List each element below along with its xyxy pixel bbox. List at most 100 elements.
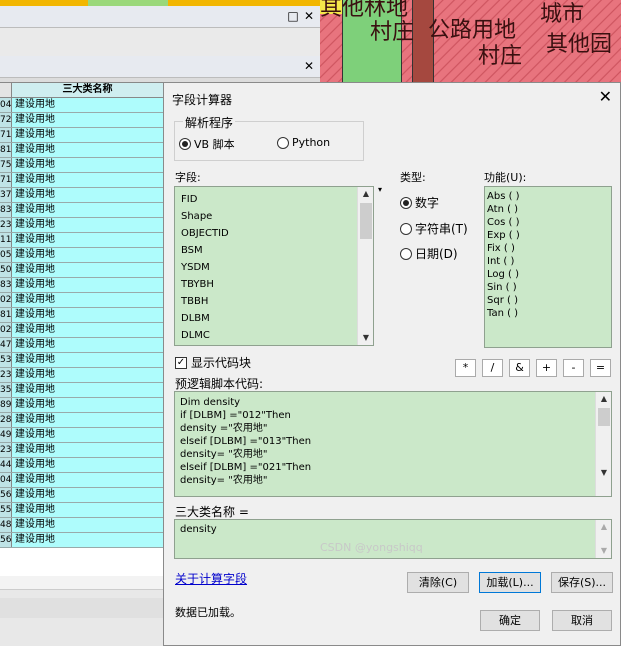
table-row[interactable]: 04 建设用地 (0, 473, 163, 488)
table-row[interactable]: 55 建设用地 (0, 503, 163, 518)
scroll-thumb[interactable] (360, 203, 372, 239)
row-id-cell[interactable]: 23 (0, 368, 12, 382)
table-row[interactable]: 23 建设用地 (0, 218, 163, 233)
table-row[interactable]: 81 建设用地 (0, 143, 163, 158)
load-button[interactable]: 加载(L)... (479, 572, 541, 593)
row-id-cell[interactable]: 11 (0, 233, 12, 247)
row-id-cell[interactable]: 23 (0, 443, 12, 457)
table-row[interactable]: 72 建设用地 (0, 113, 163, 128)
scroll-up-icon[interactable]: ▲ (358, 187, 373, 201)
scroll-down-icon[interactable]: ▼ (596, 466, 611, 480)
row-id-cell[interactable]: 04 (0, 473, 12, 487)
category-cell[interactable]: 建设用地 (12, 323, 163, 337)
category-cell[interactable]: 建设用地 (12, 398, 163, 412)
category-cell[interactable]: 建设用地 (12, 458, 163, 472)
category-cell[interactable]: 建设用地 (12, 293, 163, 307)
category-cell[interactable]: 建设用地 (12, 413, 163, 427)
category-cell[interactable]: 建设用地 (12, 263, 163, 277)
row-id-cell[interactable]: 02 (0, 293, 12, 307)
category-cell[interactable]: 建设用地 (12, 98, 163, 112)
row-id-cell[interactable]: 28 (0, 413, 12, 427)
radio-type-date[interactable]: 日期(D) (400, 245, 458, 262)
row-id-cell[interactable]: 37 (0, 188, 12, 202)
table-row[interactable]: 44 建设用地 (0, 458, 163, 473)
dropdown-arrow-icon[interactable]: ▾ (378, 185, 382, 194)
scroll-up-icon[interactable]: ▲ (596, 392, 611, 406)
row-id-cell[interactable]: 04 (0, 98, 12, 112)
row-id-cell[interactable]: 48 (0, 518, 12, 532)
row-id-cell[interactable]: 71 (0, 173, 12, 187)
scroll-up-icon[interactable]: ▲ (596, 520, 611, 534)
field-item[interactable]: DLBM (175, 310, 373, 327)
expression-scrollbar[interactable]: ▲ ▼ (595, 520, 611, 558)
table-row[interactable]: 02 建设用地 (0, 293, 163, 308)
prelogic-scrollbar[interactable]: ▲ ▼ (595, 392, 611, 496)
row-id-cell[interactable]: 50 (0, 263, 12, 277)
field-item[interactable]: OBJECTID (175, 225, 373, 242)
table-row[interactable]: 49 建设用地 (0, 428, 163, 443)
function-item[interactable]: Atn ( ) (485, 203, 611, 216)
category-cell[interactable]: 建设用地 (12, 158, 163, 172)
row-id-cell[interactable]: 47 (0, 338, 12, 352)
field-item[interactable]: FID (175, 191, 373, 208)
table-row[interactable]: 02 建设用地 (0, 323, 163, 338)
table-row[interactable]: 28 建设用地 (0, 413, 163, 428)
map-view[interactable]: 其他林地 村庄 公路用地 村庄 城市 其他园 (320, 0, 621, 82)
table-row[interactable]: 37 建设用地 (0, 188, 163, 203)
operator-divide-button[interactable]: / (482, 359, 503, 377)
category-cell[interactable]: 建设用地 (12, 428, 163, 442)
fields-listbox[interactable]: FID Shape OBJECTID BSM YSDM TBYBH TBBH DLBM DLMC… (174, 186, 374, 346)
attribute-table[interactable]: 三大类名称 04 建设用地 72 建设用地 71 建设用地 81 建设用地 75 建设用地 71 建设… (0, 82, 163, 576)
table-row[interactable]: 50 建设用地 (0, 263, 163, 278)
row-id-cell[interactable]: 44 (0, 458, 12, 472)
operator-plus-button[interactable]: + (536, 359, 557, 377)
category-cell[interactable]: 建设用地 (12, 128, 163, 142)
category-cell[interactable]: 建设用地 (12, 473, 163, 487)
row-id-cell[interactable]: 75 (0, 158, 12, 172)
table-row[interactable]: 71 建设用地 (0, 128, 163, 143)
row-id-cell[interactable]: 23 (0, 218, 12, 232)
category-cell[interactable]: 建设用地 (12, 218, 163, 232)
radio-python[interactable]: Python (277, 136, 330, 149)
operator-equals-button[interactable]: = (590, 359, 611, 377)
table-row[interactable]: 89 建设用地 (0, 398, 163, 413)
row-id-cell[interactable]: 49 (0, 428, 12, 442)
row-id-cell[interactable]: 71 (0, 128, 12, 142)
clear-button[interactable]: 清除(C) (407, 572, 469, 593)
category-cell[interactable]: 建设用地 (12, 503, 163, 517)
category-cell[interactable]: 建设用地 (12, 383, 163, 397)
function-item[interactable]: Sqr ( ) (485, 294, 611, 307)
radio-type-number[interactable]: 数字 (400, 194, 439, 211)
category-cell[interactable]: 建设用地 (12, 173, 163, 187)
category-cell[interactable]: 建设用地 (12, 233, 163, 247)
function-item[interactable]: Log ( ) (485, 268, 611, 281)
category-cell[interactable]: 建设用地 (12, 248, 163, 262)
function-item[interactable]: Tan ( ) (485, 307, 611, 320)
prelogic-code-editor[interactable]: Dim density if [DLBM] ="012"Then density =… (174, 391, 612, 497)
category-cell[interactable]: 建设用地 (12, 278, 163, 292)
row-id-cell[interactable]: 89 (0, 398, 12, 412)
row-id-cell[interactable]: 02 (0, 323, 12, 337)
table-row[interactable]: 23 建设用地 (0, 368, 163, 383)
ok-button[interactable]: 确定 (480, 610, 540, 631)
category-cell[interactable]: 建设用地 (12, 143, 163, 157)
field-item[interactable]: YSDM (175, 259, 373, 276)
table-row[interactable]: 47 建设用地 (0, 338, 163, 353)
field-item[interactable]: Shape (175, 208, 373, 225)
operator-concat-button[interactable]: & (509, 359, 530, 377)
about-calculate-field-link[interactable]: 关于计算字段 (175, 570, 247, 587)
category-cell[interactable]: 建设用地 (12, 338, 163, 352)
category-cell[interactable]: 建设用地 (12, 368, 163, 382)
category-cell[interactable]: 建设用地 (12, 518, 163, 532)
maximize-icon[interactable]: □ (286, 9, 300, 23)
function-item[interactable]: Exp ( ) (485, 229, 611, 242)
function-item[interactable]: Sin ( ) (485, 281, 611, 294)
functions-listbox[interactable]: Abs ( ) Atn ( ) Cos ( ) Exp ( ) Fix ( ) Int (… (484, 186, 612, 348)
fields-scrollbar[interactable]: ▲ ▼ (357, 187, 373, 345)
function-item[interactable]: Cos ( ) (485, 216, 611, 229)
scroll-down-icon[interactable]: ▼ (358, 331, 373, 345)
radio-vbscript[interactable]: VB 脚本 (179, 136, 235, 152)
table-row[interactable]: 35 建设用地 (0, 383, 163, 398)
table-row[interactable]: 04 建设用地 (0, 98, 163, 113)
row-id-cell[interactable]: 56 (0, 488, 12, 502)
